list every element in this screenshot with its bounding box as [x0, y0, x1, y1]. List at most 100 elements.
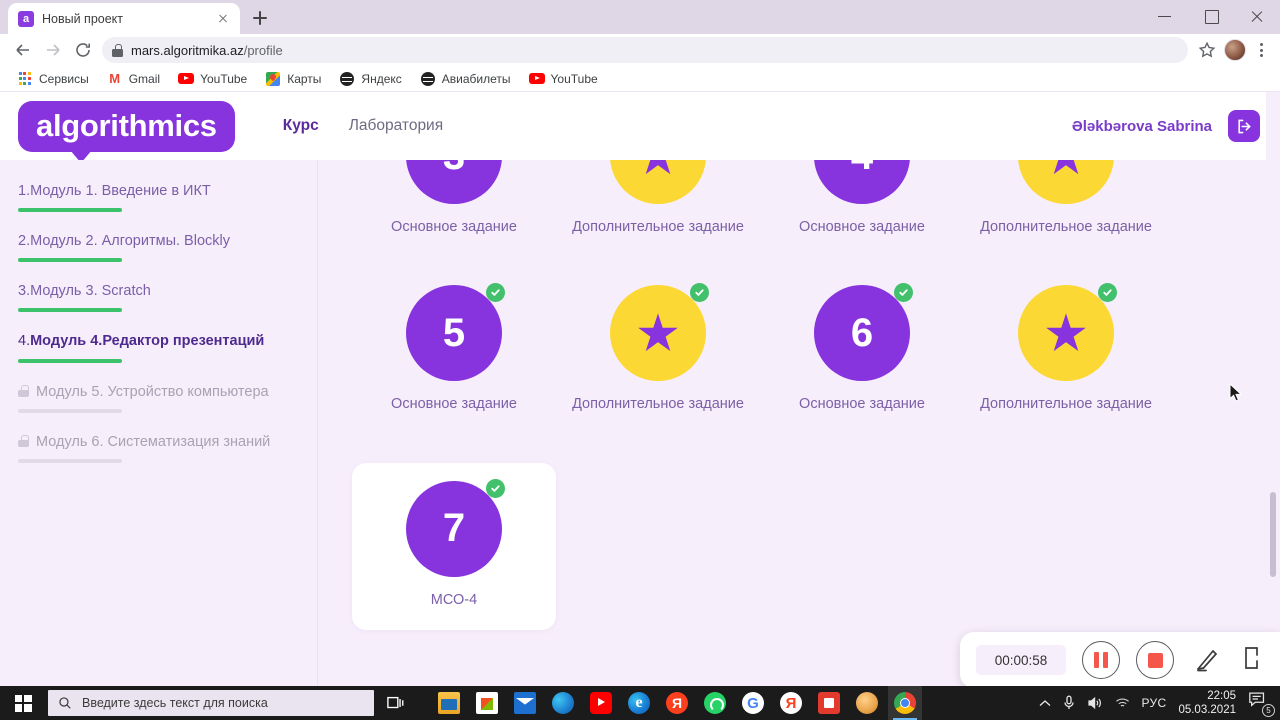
forward-icon[interactable]: [38, 35, 68, 65]
task-circle[interactable]: 3: [406, 160, 502, 204]
back-icon[interactable]: [8, 35, 38, 65]
check-icon: [894, 283, 913, 303]
taskbar-app-avatar-app[interactable]: [850, 686, 884, 720]
task-item[interactable]: ★ Дополнительное задание: [556, 283, 760, 414]
task-circle[interactable]: 5: [406, 285, 502, 382]
sidebar-module-4[interactable]: 4.Модуль 4.Редактор презентаций: [18, 332, 317, 363]
clock-date: 05.03.2021: [1178, 704, 1236, 716]
taskbar-app-file-explorer[interactable]: [432, 686, 466, 720]
taskbar-app-microsoft-store[interactable]: [470, 686, 504, 720]
logout-button[interactable]: [1228, 110, 1260, 142]
module-progress-bar: [18, 258, 122, 263]
taskbar-app-google-chrome[interactable]: [888, 686, 922, 720]
task-item-mco[interactable]: 7 МСО-4: [352, 462, 556, 630]
chrome-menu-icon[interactable]: [1250, 37, 1272, 63]
google-maps-icon: [265, 71, 281, 87]
task-circle[interactable]: ★: [1018, 160, 1114, 204]
crop-icon: [1245, 647, 1258, 669]
task-label: Дополнительное задание: [980, 219, 1152, 235]
task-item[interactable]: 3 Основное задание: [352, 160, 556, 237]
taskbar-search-placeholder: Введите здесь текст для поиска: [82, 696, 268, 710]
task-circle[interactable]: ★: [610, 160, 706, 204]
taskbar-app-edge-legacy[interactable]: [546, 686, 580, 720]
youtube-icon: [178, 71, 195, 87]
task-circle[interactable]: ★: [1018, 285, 1114, 382]
close-icon[interactable]: [214, 10, 232, 28]
task-item[interactable]: ★ Дополнительное задание: [964, 283, 1168, 414]
bookmark-item[interactable]: M Gmail: [100, 69, 167, 89]
clock[interactable]: 22:05 05.03.2021: [1178, 689, 1236, 718]
task-item[interactable]: ★ Дополнительное задание: [556, 160, 760, 237]
nav-item-lab[interactable]: Лаборатория: [349, 117, 443, 135]
sidebar-module-5[interactable]: Модуль 5. Устройство компьютера: [18, 383, 317, 413]
taskbar-app-whatsapp[interactable]: [698, 686, 732, 720]
site-logo[interactable]: algorithmics: [18, 100, 235, 163]
maximize-button[interactable]: [1188, 0, 1234, 32]
bookmark-item[interactable]: Сервисы: [10, 69, 96, 89]
bookmark-star-icon[interactable]: [1194, 37, 1220, 63]
check-icon: [486, 283, 505, 303]
nav-item-course[interactable]: Курс: [283, 117, 319, 135]
browser-toolbar: mars.algoritmika.az/profile: [0, 34, 1280, 66]
minimize-button[interactable]: [1142, 0, 1188, 32]
globe-icon: [339, 71, 355, 87]
module-title: 4.Модуль 4.Редактор презентаций: [18, 333, 265, 350]
task-view-button[interactable]: [374, 686, 418, 720]
start-button[interactable]: [0, 686, 46, 720]
search-icon: [59, 697, 71, 709]
taskbar-app-mail[interactable]: [508, 686, 542, 720]
notification-center-button[interactable]: 5: [1248, 691, 1275, 717]
task-item[interactable]: 5 Основное задание: [352, 283, 556, 414]
taskbar-app-screen-recorder[interactable]: [812, 686, 846, 720]
task-label: Дополнительное задание: [572, 396, 744, 413]
wifi-icon[interactable]: [1115, 697, 1130, 709]
scrollbar-thumb[interactable]: [1270, 492, 1276, 577]
bookmark-item[interactable]: YouTube: [522, 69, 605, 89]
lock-icon: [18, 434, 29, 447]
taskbar-search-box[interactable]: Введите здесь текст для поиска: [48, 690, 374, 716]
star-icon: ★: [637, 307, 679, 360]
taskbar-app-google[interactable]: [736, 686, 770, 720]
taskbar-app-microsoft-edge[interactable]: [622, 686, 656, 720]
profile-avatar[interactable]: [1224, 39, 1246, 61]
crop-button[interactable]: [1240, 643, 1270, 677]
pause-button[interactable]: [1082, 641, 1120, 679]
screen-recorder-toolbar: 00:00:58: [960, 632, 1280, 688]
task-circle[interactable]: 4: [814, 160, 910, 204]
task-badge-wrap: ★: [610, 283, 709, 382]
volume-icon[interactable]: [1087, 696, 1103, 710]
language-indicator[interactable]: РУС: [1142, 696, 1167, 710]
bookmark-item[interactable]: Карты: [258, 69, 328, 89]
sidebar-module-3[interactable]: 3.Модуль 3. Scratch: [18, 282, 317, 313]
taskbar-app-yandex[interactable]: [660, 686, 694, 720]
window-controls: [1142, 0, 1280, 32]
browser-tab[interactable]: a Новый проект: [8, 3, 240, 34]
task-item[interactable]: 6 Основное задание: [760, 283, 964, 414]
task-item[interactable]: ★ Дополнительное задание: [964, 160, 1168, 237]
check-icon: [1098, 283, 1117, 303]
bookmark-item[interactable]: Яндекс: [332, 69, 408, 89]
task-circle[interactable]: 6: [814, 285, 910, 382]
microphone-icon[interactable]: [1063, 695, 1075, 711]
new-tab-button[interactable]: [246, 4, 274, 32]
system-tray: РУС 22:05 05.03.2021 5: [1039, 689, 1280, 718]
bookmark-item[interactable]: YouTube: [171, 69, 254, 89]
bookmark-item[interactable]: Авиабилеты: [413, 69, 518, 89]
address-bar[interactable]: mars.algoritmika.az/profile: [102, 37, 1188, 63]
task-circle[interactable]: ★: [610, 285, 706, 382]
windows-logo-icon: [14, 694, 32, 712]
reload-icon[interactable]: [68, 35, 98, 65]
taskbar-app-youtube[interactable]: [584, 686, 618, 720]
sidebar-module-1[interactable]: 1.Модуль 1. Введение в ИКТ: [18, 182, 317, 213]
stop-button[interactable]: [1136, 641, 1174, 679]
task-item[interactable]: 4 Основное задание: [760, 160, 964, 237]
bookmark-label: YouTube: [200, 71, 248, 86]
sidebar-module-2[interactable]: 2.Модуль 2. Алгоритмы. Blockly: [18, 232, 317, 263]
pen-button[interactable]: [1190, 643, 1224, 677]
taskbar-app-yandex-browser[interactable]: [774, 686, 808, 720]
sidebar-module-6[interactable]: Модуль 6. Систематизация знаний: [18, 433, 317, 463]
user-name[interactable]: Ələkbərova Sabrina: [1072, 118, 1212, 135]
page-scrollbar[interactable]: [1266, 92, 1280, 686]
show-hidden-icons-chevron-icon[interactable]: [1039, 699, 1051, 708]
close-window-button[interactable]: [1234, 0, 1280, 32]
